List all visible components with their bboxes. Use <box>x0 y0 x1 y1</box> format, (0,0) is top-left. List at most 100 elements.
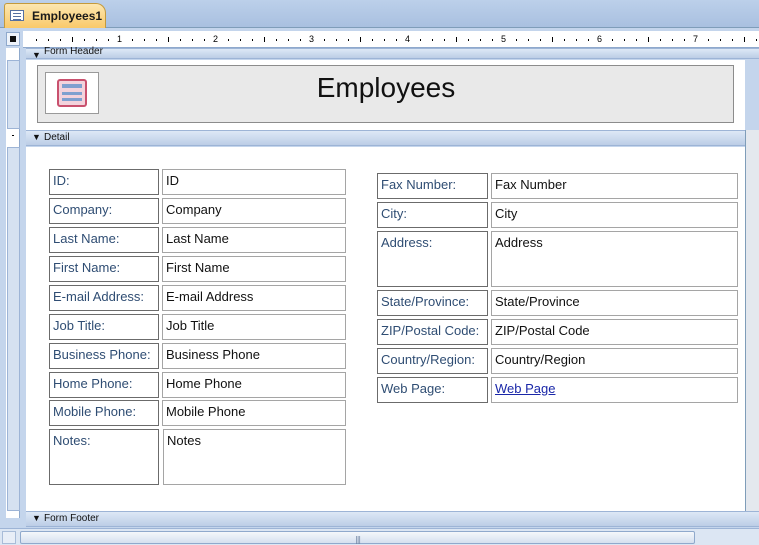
ruler-tick <box>552 37 553 42</box>
business-phone-label[interactable]: Business Phone: <box>49 343 159 369</box>
tab-employees1[interactable]: Employees1 <box>4 3 106 28</box>
scroll-left-button[interactable] <box>2 531 16 544</box>
ruler-tick <box>684 38 685 41</box>
business-phone-field[interactable]: Business Phone <box>162 343 346 369</box>
ruler-tick <box>360 37 361 42</box>
section-arrow-icon: ▼ <box>32 50 41 60</box>
ruler-tick <box>108 38 109 41</box>
ruler-tick <box>720 38 721 41</box>
country-region-field[interactable]: Country/Region <box>491 348 738 374</box>
ruler-tick <box>492 38 493 41</box>
form-selector-square-icon <box>10 36 16 42</box>
page-title[interactable]: Employees <box>100 72 672 104</box>
form-header-label: Form Header <box>44 46 103 57</box>
web-page-label[interactable]: Web Page: <box>377 377 488 403</box>
state-province-field[interactable]: State/Province <box>491 290 738 316</box>
horizontal-scrollbar[interactable]: ||| <box>0 528 759 545</box>
ruler-tick <box>708 38 709 41</box>
ruler-tick <box>96 38 97 41</box>
email-label[interactable]: E-mail Address: <box>49 285 159 311</box>
ruler-tick <box>180 38 181 41</box>
scroll-thumb[interactable]: ||| <box>20 531 695 544</box>
web-page-link[interactable]: Web Page <box>495 381 555 396</box>
ruler-tick <box>624 38 625 41</box>
home-phone-field[interactable]: Home Phone <box>162 372 346 398</box>
header-logo[interactable] <box>45 72 99 114</box>
address-label[interactable]: Address: <box>377 231 488 287</box>
first-name-label[interactable]: First Name: <box>49 256 159 282</box>
country-region-label[interactable]: Country/Region: <box>377 348 488 374</box>
ruler-tick <box>732 38 733 41</box>
last-name-label[interactable]: Last Name: <box>49 227 159 253</box>
email-field[interactable]: E-mail Address <box>162 285 346 311</box>
ruler-tick <box>636 38 637 41</box>
ruler-tick <box>228 38 229 41</box>
ruler-number: 4 <box>405 34 411 44</box>
fax-number-field[interactable]: Fax Number <box>491 173 738 199</box>
city-label[interactable]: City: <box>377 202 488 228</box>
ruler-number: 6 <box>597 34 603 44</box>
id-field[interactable]: ID <box>162 169 346 195</box>
ruler-tick <box>672 38 673 41</box>
header-section-selector[interactable] <box>7 60 20 129</box>
form-icon <box>10 10 24 21</box>
ruler-tick <box>288 38 289 41</box>
notes-field[interactable]: Notes <box>163 429 346 485</box>
ruler-number: 5 <box>501 34 507 44</box>
ruler-tick <box>480 38 481 41</box>
horizontal-ruler[interactable]: 1 2 3 4 5 6 7 <box>23 31 759 48</box>
ruler-tick <box>660 38 661 41</box>
ruler-tick <box>324 38 325 41</box>
ruler-tick <box>756 38 757 41</box>
form-right-edge <box>745 130 759 511</box>
company-label[interactable]: Company: <box>49 198 159 224</box>
web-page-field[interactable]: Web Page <box>491 377 738 403</box>
mobile-phone-field[interactable]: Mobile Phone <box>162 400 346 426</box>
ruler-tick <box>396 38 397 41</box>
ruler-tick <box>444 38 445 41</box>
company-field[interactable]: Company <box>162 198 346 224</box>
job-title-field[interactable]: Job Title <box>162 314 346 340</box>
address-field[interactable]: Address <box>491 231 738 287</box>
fax-number-label[interactable]: Fax Number: <box>377 173 488 199</box>
ruler-tick <box>576 38 577 41</box>
ruler-tick <box>384 38 385 41</box>
detail-section-selector[interactable] <box>7 147 20 511</box>
ruler-tick <box>420 38 421 41</box>
home-phone-label[interactable]: Home Phone: <box>49 372 159 398</box>
ruler-tick <box>240 38 241 41</box>
zip-postal-code-label[interactable]: ZIP/Postal Code: <box>377 319 488 345</box>
zip-postal-code-field[interactable]: ZIP/Postal Code <box>491 319 738 345</box>
notes-label[interactable]: Notes: <box>49 429 159 485</box>
ruler-tick <box>132 38 133 41</box>
city-field[interactable]: City <box>491 202 738 228</box>
ruler-tick <box>84 38 85 41</box>
ruler-tick <box>528 38 529 41</box>
ruler-tick <box>744 37 745 42</box>
scroll-grip-icon: ||| <box>355 535 361 544</box>
state-province-label[interactable]: State/Province: <box>377 290 488 316</box>
ruler-number: 3 <box>309 34 315 44</box>
form-header-section-bar[interactable]: ▼ Form Header <box>26 46 759 60</box>
form-footer-section-bar[interactable]: ▼ Form Footer <box>26 511 759 527</box>
first-name-field[interactable]: First Name <box>162 256 346 282</box>
ruler-tick <box>204 38 205 41</box>
ruler-tick <box>36 38 37 41</box>
mobile-phone-label[interactable]: Mobile Phone: <box>49 400 159 426</box>
ruler-tick <box>468 38 469 41</box>
last-name-field[interactable]: Last Name <box>162 227 346 253</box>
document-tab-bar: Employees1 <box>0 0 759 28</box>
id-label[interactable]: ID: <box>49 169 159 195</box>
detail-section-bar[interactable]: ▼ Detail <box>26 130 759 146</box>
ruler-tick <box>336 38 337 41</box>
tab-label: Employees1 <box>32 9 103 23</box>
detail-label: Detail <box>44 132 70 143</box>
ruler-tick <box>432 38 433 41</box>
ruler-tick <box>456 37 457 42</box>
ruler-tick <box>348 38 349 41</box>
ruler-tick <box>252 38 253 41</box>
form-selector[interactable] <box>6 32 20 46</box>
ruler-tick <box>12 135 14 136</box>
job-title-label[interactable]: Job Title: <box>49 314 159 340</box>
section-arrow-icon: ▼ <box>32 513 41 523</box>
